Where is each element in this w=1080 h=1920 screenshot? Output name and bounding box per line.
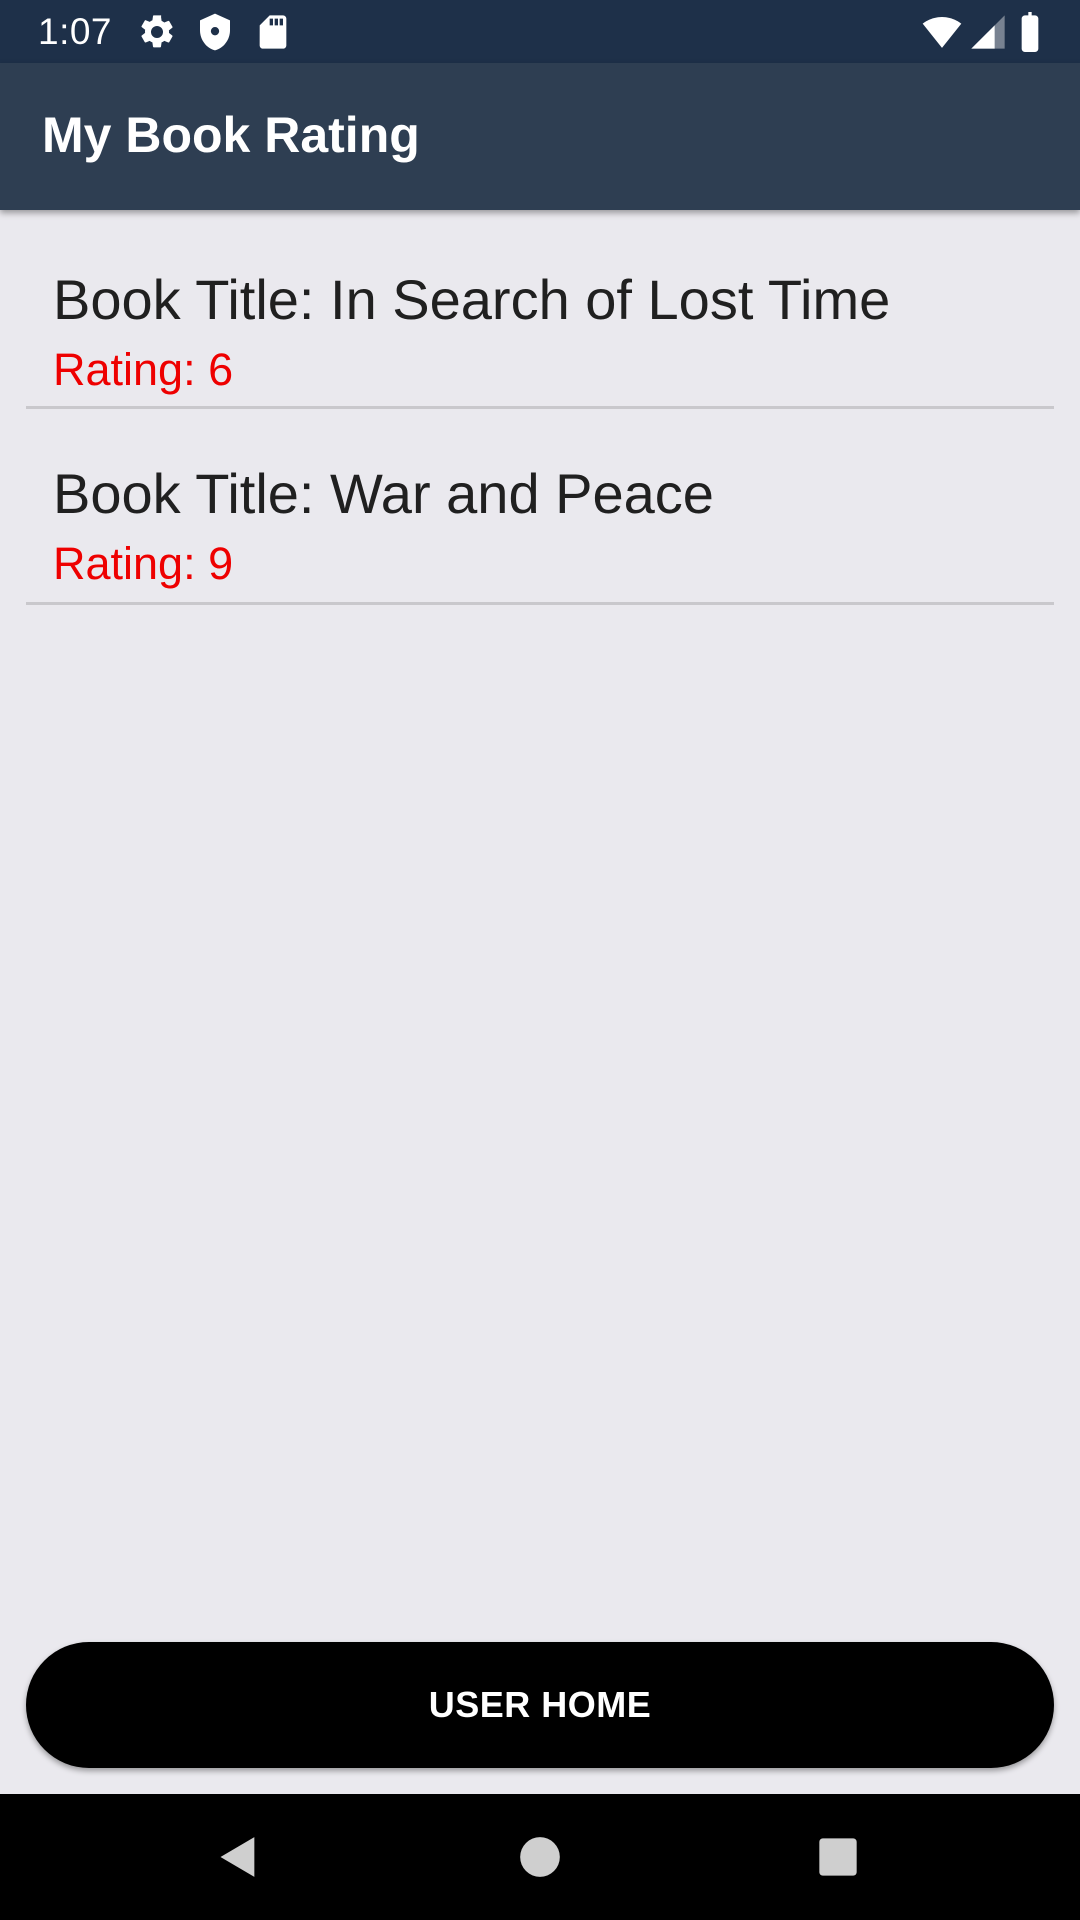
page-title: My Book Rating bbox=[42, 107, 420, 163]
signal-icon bbox=[971, 15, 1005, 49]
home-icon[interactable] bbox=[512, 1829, 568, 1885]
book-list: Book Title: In Search of Lost Time Ratin… bbox=[26, 215, 1054, 605]
user-home-button[interactable]: USER HOME bbox=[26, 1642, 1054, 1768]
app-bar: My Book Rating bbox=[0, 63, 1080, 210]
book-title: Book Title: War and Peace bbox=[53, 462, 714, 525]
list-item[interactable]: Book Title: War and Peace Rating: 9 bbox=[26, 409, 1054, 605]
book-rating: Rating: 6 bbox=[53, 344, 234, 395]
gear-icon bbox=[141, 15, 173, 48]
status-time: 1:07 bbox=[38, 11, 113, 52]
book-title: Book Title: In Search of Lost Time bbox=[53, 268, 891, 331]
battery-icon bbox=[1021, 12, 1039, 52]
status-bar: 1:07 bbox=[0, 0, 1080, 63]
wifi-icon bbox=[922, 17, 962, 48]
recents-icon[interactable] bbox=[810, 1829, 866, 1885]
list-item[interactable]: Book Title: In Search of Lost Time Ratin… bbox=[26, 215, 1054, 409]
shield-icon bbox=[200, 13, 230, 51]
back-icon[interactable] bbox=[210, 1829, 266, 1885]
sd-card-icon bbox=[259, 15, 287, 49]
nav-bar bbox=[0, 1794, 1080, 1920]
book-rating: Rating: 9 bbox=[53, 538, 234, 589]
